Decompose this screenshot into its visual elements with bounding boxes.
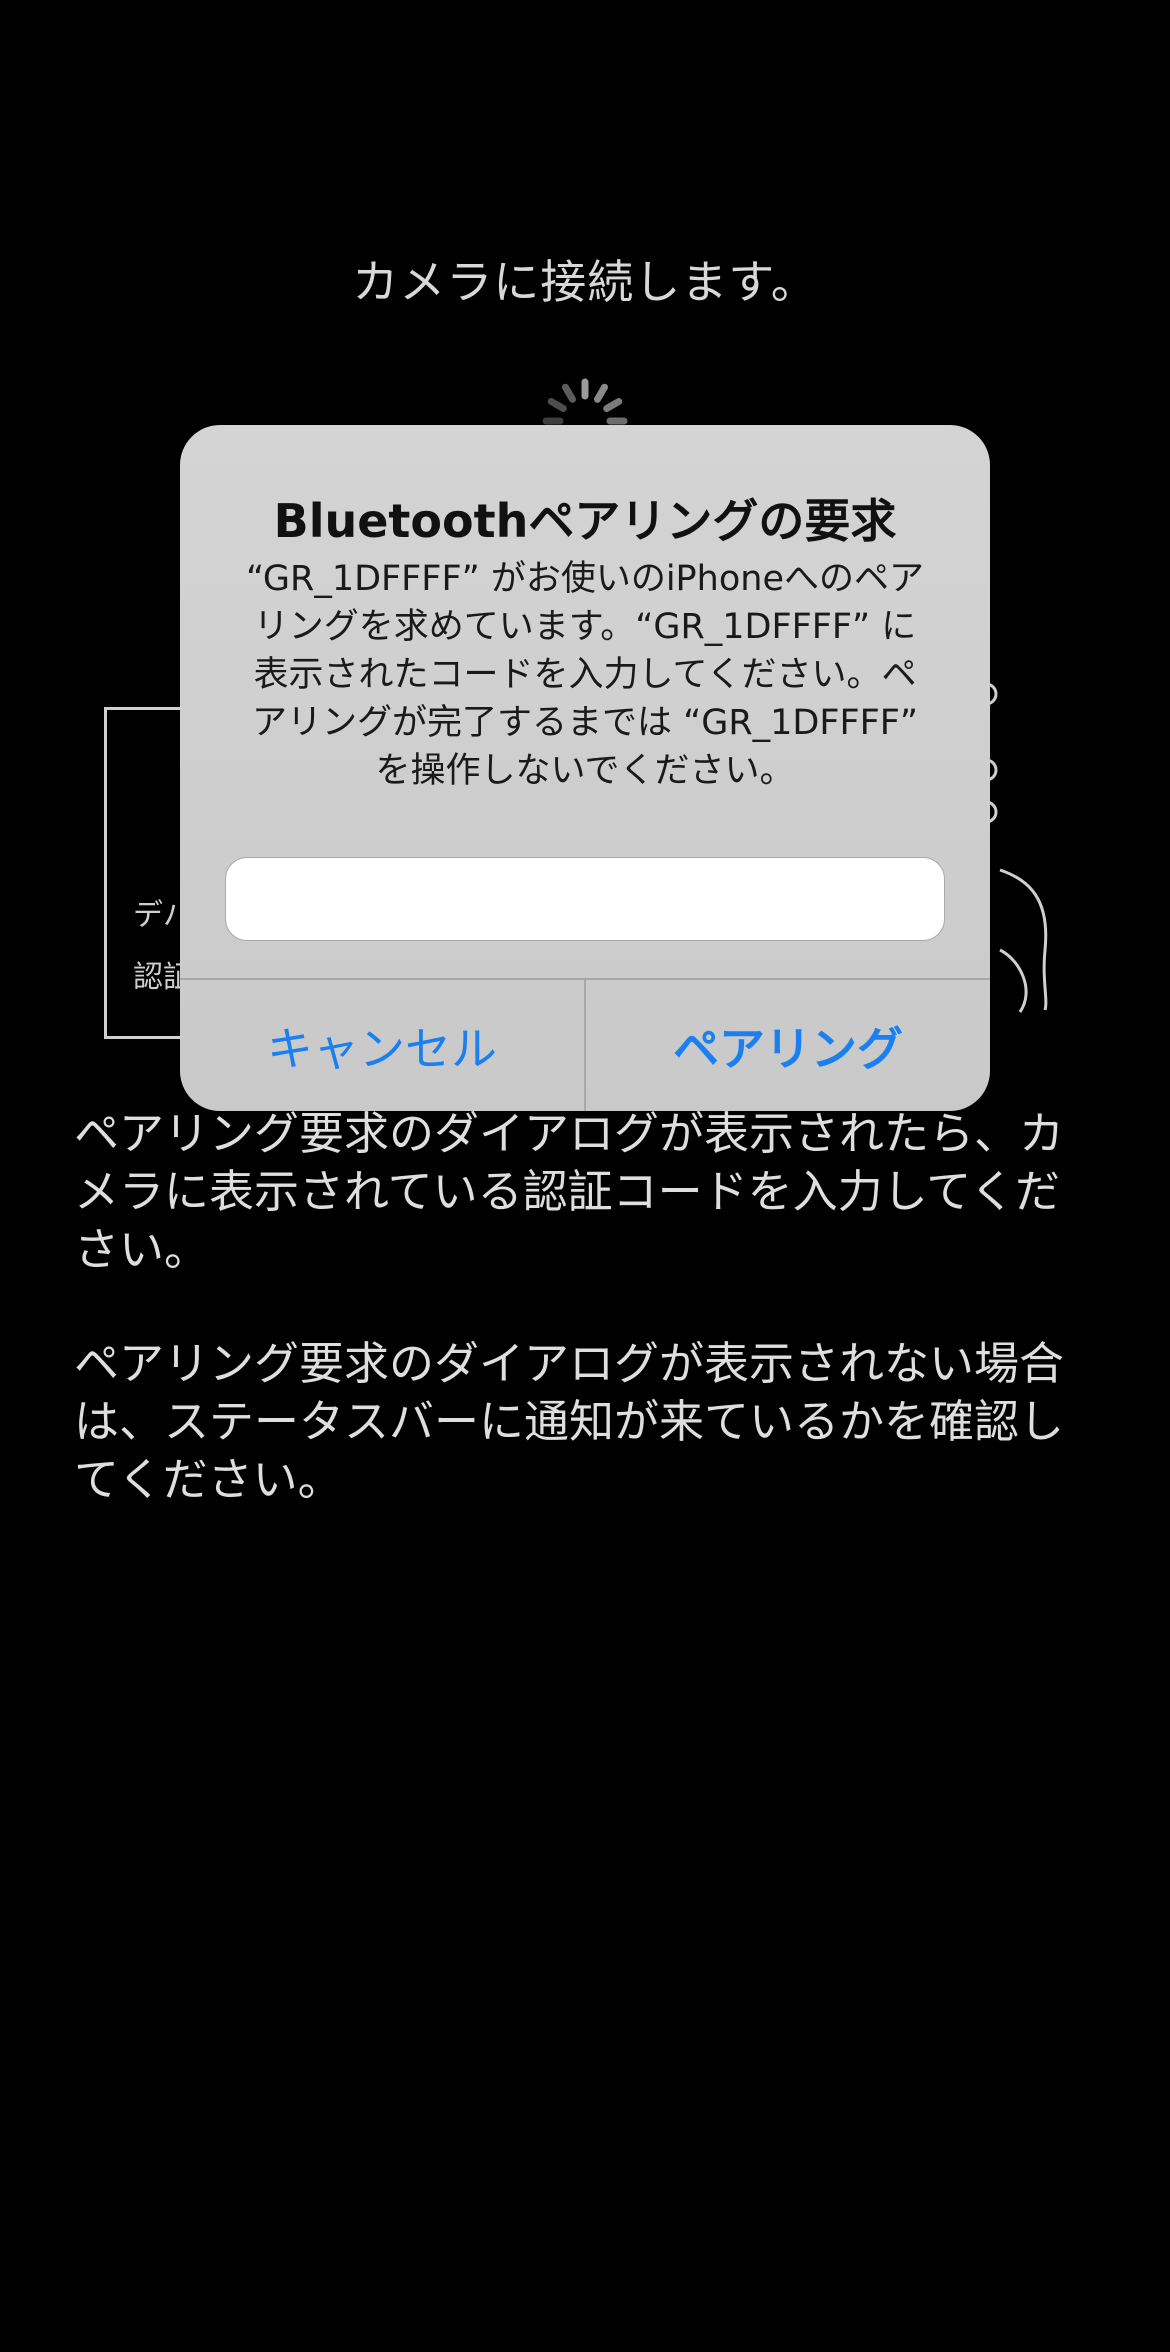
cancel-button[interactable]: キャンセル	[180, 980, 584, 1111]
dialog-overlay	[0, 0, 1170, 2352]
dialog-title: Bluetoothペアリングの要求	[273, 494, 897, 548]
dialog-message: “GR_1DFFFF” がお使いのiPhoneへのペア リングを求めています。“…	[246, 559, 924, 791]
pair-button[interactable]: ペアリング	[586, 980, 990, 1111]
pairing-screen: カメラに接続します。 デバ 認証 ペアリング要求のダイアログが表示されたら、カメ…	[0, 0, 1170, 2352]
bluetooth-pairing-dialog: Bluetoothペアリングの要求 “GR_1DFFFF” がお使いのiPhon…	[180, 425, 990, 1111]
pairing-code-input[interactable]	[225, 857, 945, 941]
